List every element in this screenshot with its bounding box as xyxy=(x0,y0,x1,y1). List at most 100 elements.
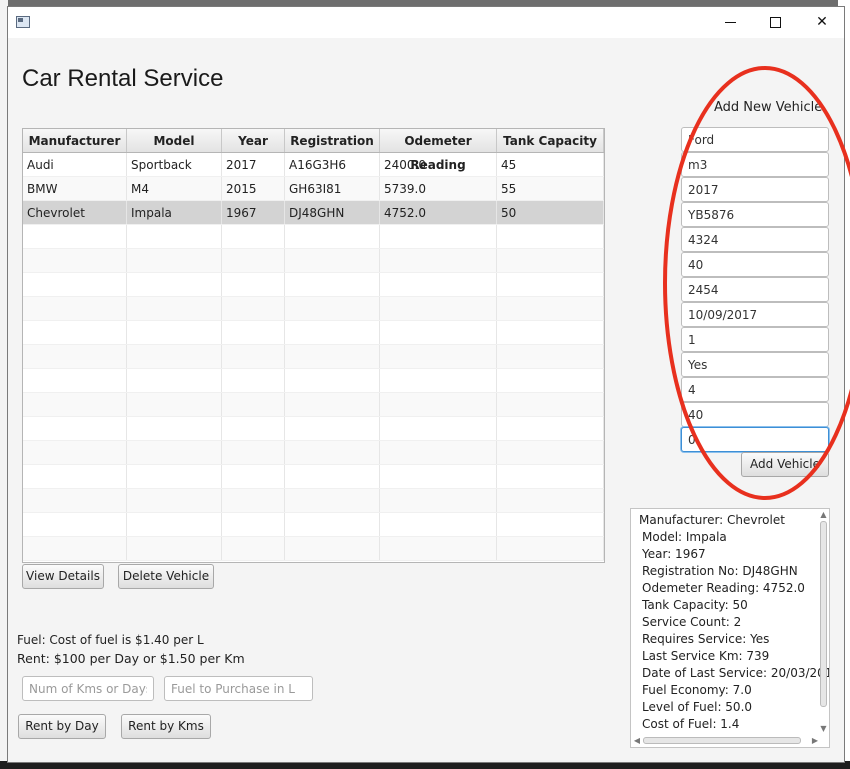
date-of-last-service-field[interactable] xyxy=(681,302,829,327)
cell-manufacturer: Audi xyxy=(23,153,127,176)
page-title: Car Rental Service xyxy=(22,65,224,92)
table-row[interactable]: BMW M4 2015 GH63I81 5739.0 55 xyxy=(23,177,604,201)
registration-field[interactable] xyxy=(681,202,829,227)
empty-cell xyxy=(23,393,127,416)
empty-table-row xyxy=(23,249,604,273)
vehicle-details-textarea[interactable]: Manufacturer: Chevrolet Model: Impala Ye… xyxy=(630,508,830,748)
manufacturer-field[interactable] xyxy=(681,127,829,152)
empty-cell xyxy=(380,417,497,440)
empty-cell xyxy=(285,369,380,392)
empty-cell xyxy=(285,393,380,416)
empty-cell xyxy=(380,537,497,560)
column-header-manufacturer[interactable]: Manufacturer xyxy=(23,129,127,152)
column-header-registration[interactable]: Registration xyxy=(285,129,380,152)
cell-registration: DJ48GHN xyxy=(285,201,380,224)
minimize-button[interactable] xyxy=(707,7,753,38)
empty-cell xyxy=(127,273,222,296)
scroll-left-icon[interactable]: ◀ xyxy=(633,736,641,745)
fuel-purchase-input[interactable] xyxy=(164,676,313,701)
details-line: Level of Fuel: 50.0 xyxy=(642,700,753,714)
column-header-year[interactable]: Year xyxy=(222,129,285,152)
details-line: Tank Capacity: 50 xyxy=(642,598,748,612)
empty-cell xyxy=(23,225,127,248)
rent-by-day-button[interactable]: Rent by Day xyxy=(18,714,106,739)
kms-or-days-input[interactable] xyxy=(22,676,154,701)
close-button[interactable]: ✕ xyxy=(799,7,845,38)
empty-cell xyxy=(285,489,380,512)
empty-cell xyxy=(497,489,604,512)
details-line: Year: 1967 xyxy=(642,547,706,561)
empty-cell xyxy=(222,225,285,248)
empty-cell xyxy=(380,465,497,488)
empty-cell xyxy=(222,417,285,440)
scroll-down-icon[interactable]: ▼ xyxy=(819,725,828,733)
fuel-cost-field[interactable] xyxy=(681,427,829,452)
empty-cell xyxy=(380,393,497,416)
odometer-field[interactable] xyxy=(681,227,829,252)
empty-table-row xyxy=(23,225,604,249)
service-count-field[interactable] xyxy=(681,327,829,352)
empty-cell xyxy=(285,345,380,368)
empty-table-row xyxy=(23,273,604,297)
empty-cell xyxy=(497,225,604,248)
last-service-km-field[interactable] xyxy=(681,277,829,302)
cell-odometer: 4752.0 xyxy=(380,201,497,224)
empty-table-row xyxy=(23,417,604,441)
column-header-model[interactable]: Model xyxy=(127,129,222,152)
year-field[interactable] xyxy=(681,177,829,202)
column-header-odometer[interactable]: Odemeter Reading xyxy=(380,129,497,172)
scroll-right-icon[interactable]: ▶ xyxy=(811,736,819,745)
table-row[interactable]: Audi Sportback 2017 A16G3H6 2400.0 45 xyxy=(23,153,604,177)
table-row-selected[interactable]: Chevrolet Impala 1967 DJ48GHN 4752.0 50 xyxy=(23,201,604,225)
empty-cell xyxy=(222,345,285,368)
vehicle-table: Manufacturer Model Year Registration Ode… xyxy=(22,128,605,563)
empty-cell xyxy=(285,417,380,440)
empty-cell xyxy=(23,249,127,272)
view-details-button[interactable]: View Details xyxy=(22,564,104,589)
empty-cell xyxy=(127,393,222,416)
cell-year: 2017 xyxy=(222,153,285,176)
empty-cell xyxy=(127,345,222,368)
maximize-button[interactable] xyxy=(753,7,799,38)
fuel-economy-field[interactable] xyxy=(681,377,829,402)
empty-cell xyxy=(497,297,604,320)
empty-cell xyxy=(127,537,222,560)
empty-cell xyxy=(127,225,222,248)
details-line: Date of Last Service: 20/03/2016 xyxy=(642,666,830,680)
requires-service-field[interactable] xyxy=(681,352,829,377)
empty-cell xyxy=(222,273,285,296)
column-header-tank-capacity[interactable]: Tank Capacity xyxy=(497,129,604,152)
cell-model: Impala xyxy=(127,201,222,224)
empty-table-row xyxy=(23,537,604,561)
vertical-scrollbar[interactable]: ▲ ▼ xyxy=(819,511,828,733)
empty-table-row xyxy=(23,513,604,537)
details-line: Model: Impala xyxy=(642,530,727,544)
tank-capacity-field[interactable] xyxy=(681,252,829,277)
details-line: Fuel Economy: 7.0 xyxy=(642,683,752,697)
rent-info-text: Rent: $100 per Day or $1.50 per Km xyxy=(17,651,245,666)
empty-cell xyxy=(222,249,285,272)
empty-cell xyxy=(285,249,380,272)
table-header: Manufacturer Model Year Registration Ode… xyxy=(23,129,604,172)
empty-table-row xyxy=(23,489,604,513)
empty-cell xyxy=(23,417,127,440)
empty-cell xyxy=(497,321,604,344)
model-field[interactable] xyxy=(681,152,829,177)
empty-cell xyxy=(23,537,127,560)
rent-by-kms-button[interactable]: Rent by Kms xyxy=(121,714,211,739)
horizontal-scroll-thumb[interactable] xyxy=(643,737,801,744)
add-vehicle-button[interactable]: Add Vehicle xyxy=(741,452,829,477)
cell-model: Sportback xyxy=(127,153,222,176)
horizontal-scrollbar[interactable]: ◀ ▶ xyxy=(633,736,819,745)
empty-cell xyxy=(23,321,127,344)
empty-cell xyxy=(285,225,380,248)
scroll-up-icon[interactable]: ▲ xyxy=(819,511,828,519)
vertical-scroll-thumb[interactable] xyxy=(820,521,827,707)
empty-table-row xyxy=(23,369,604,393)
details-line: Last Service Km: 739 xyxy=(642,649,770,663)
delete-vehicle-button[interactable]: Delete Vehicle xyxy=(118,564,214,589)
level-of-fuel-field[interactable] xyxy=(681,402,829,427)
empty-cell xyxy=(127,417,222,440)
empty-cell xyxy=(497,537,604,560)
empty-table-row xyxy=(23,393,604,417)
